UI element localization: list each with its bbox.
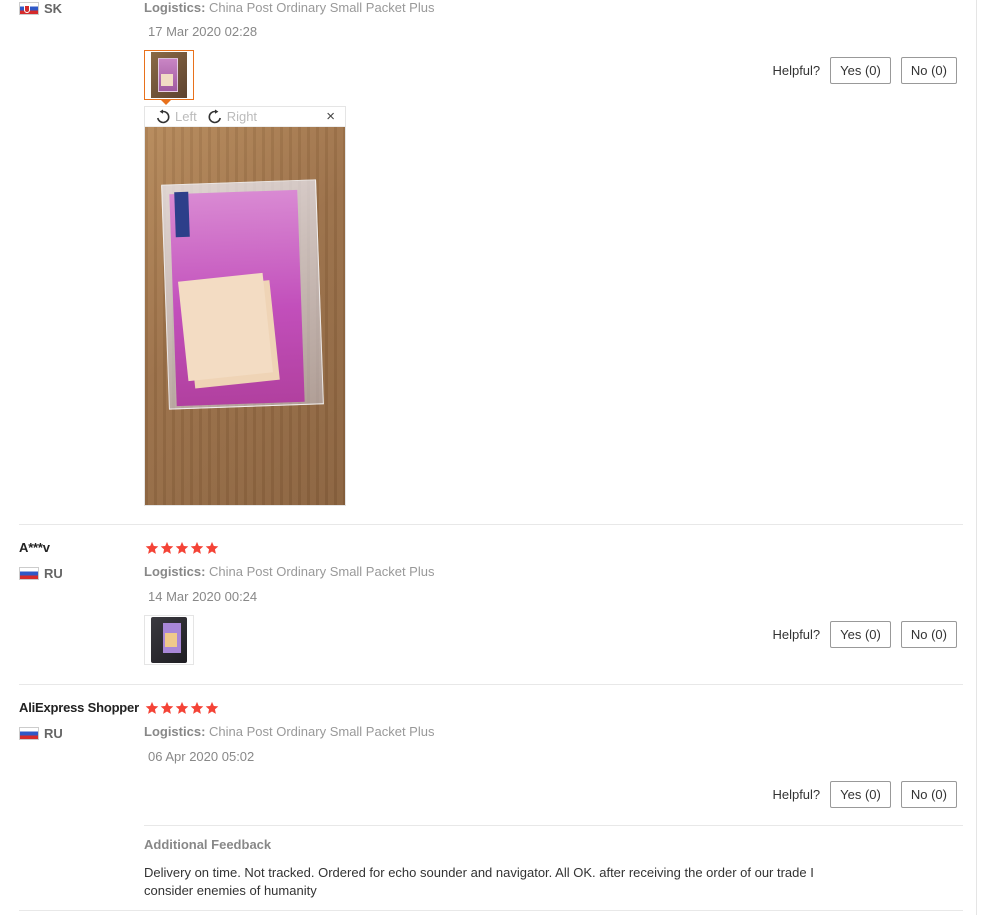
helpful-no-button[interactable]: No (0) bbox=[900, 621, 957, 648]
logistics-info: Logistics: China Post Ordinary Small Pac… bbox=[144, 724, 434, 739]
helpful-vote: Helpful? Yes (0) No (0) bbox=[772, 57, 957, 84]
helpful-yes-button[interactable]: Yes (0) bbox=[830, 781, 891, 808]
rotate-right-label: Right bbox=[226, 109, 258, 124]
star-icon bbox=[175, 541, 189, 555]
logistics-label: Logistics: bbox=[144, 564, 206, 579]
star-rating bbox=[145, 701, 219, 715]
rotate-left-icon bbox=[157, 109, 170, 123]
rotate-right-button[interactable]: Right bbox=[207, 109, 257, 125]
review-photo-thumbnail[interactable] bbox=[144, 50, 194, 100]
star-icon bbox=[205, 541, 219, 555]
star-icon bbox=[145, 701, 159, 715]
country-code: RU bbox=[44, 726, 63, 741]
reviewer-country: SK bbox=[19, 1, 62, 16]
rotate-left-label: Left bbox=[175, 109, 197, 124]
review-date: 14 Mar 2020 00:24 bbox=[148, 589, 258, 604]
star-icon bbox=[190, 701, 204, 715]
flag-sk-icon bbox=[19, 2, 39, 15]
star-rating bbox=[145, 541, 219, 555]
flag-ru-icon bbox=[19, 567, 39, 580]
helpful-label: Helpful? bbox=[772, 787, 821, 802]
star-icon bbox=[205, 701, 219, 715]
reviewer-name: A***v bbox=[19, 540, 50, 555]
close-icon[interactable]: × bbox=[326, 108, 335, 125]
review-photo-thumbnail[interactable] bbox=[144, 615, 194, 665]
logistics-value: China Post Ordinary Small Packet Plus bbox=[209, 724, 435, 739]
photo-label-sticker bbox=[174, 191, 190, 238]
review-divider bbox=[19, 910, 963, 911]
logistics-info: Logistics: China Post Ordinary Small Pac… bbox=[144, 564, 434, 579]
review-date: 06 Apr 2020 05:02 bbox=[148, 749, 255, 764]
helpful-vote: Helpful? Yes (0) No (0) bbox=[772, 621, 957, 648]
logistics-value: China Post Ordinary Small Packet Plus bbox=[209, 564, 435, 579]
page-right-border bbox=[976, 0, 977, 915]
review-photo-large bbox=[145, 127, 345, 505]
logistics-info: Logistics: China Post Ordinary Small Pac… bbox=[144, 0, 434, 15]
star-icon bbox=[175, 701, 189, 715]
thumbnail-image bbox=[151, 52, 187, 98]
star-icon bbox=[190, 541, 204, 555]
photo-cleaning-cloth bbox=[178, 272, 273, 382]
star-icon bbox=[145, 541, 159, 555]
reviewer-country: RU bbox=[19, 726, 63, 741]
additional-feedback-text: Delivery on time. Not tracked. Ordered f… bbox=[144, 865, 814, 898]
rotate-right-icon bbox=[208, 109, 221, 123]
photo-viewer-toolbar: Left Right × bbox=[145, 107, 345, 127]
country-code: SK bbox=[44, 1, 63, 16]
thumbnail-selected-caret bbox=[160, 99, 172, 105]
helpful-no-button[interactable]: No (0) bbox=[900, 57, 957, 84]
review-divider bbox=[19, 684, 963, 685]
additional-feedback-divider bbox=[144, 825, 963, 826]
country-code: RU bbox=[44, 566, 63, 581]
helpful-vote: Helpful? Yes (0) No (0) bbox=[772, 781, 957, 808]
flag-ru-icon bbox=[19, 727, 39, 740]
helpful-no-button[interactable]: No (0) bbox=[900, 781, 957, 808]
thumbnail-image bbox=[151, 617, 187, 663]
helpful-yes-button[interactable]: Yes (0) bbox=[830, 621, 891, 648]
photo-viewer: Left Right × bbox=[144, 106, 346, 506]
review-date: 17 Mar 2020 02:28 bbox=[148, 24, 258, 39]
star-icon bbox=[160, 701, 174, 715]
star-icon bbox=[160, 541, 174, 555]
helpful-label: Helpful? bbox=[772, 627, 821, 642]
helpful-label: Helpful? bbox=[772, 63, 821, 78]
reviewer-country: RU bbox=[19, 566, 63, 581]
review-divider bbox=[19, 524, 963, 525]
logistics-value: China Post Ordinary Small Packet Plus bbox=[209, 0, 435, 15]
logistics-label: Logistics: bbox=[144, 0, 206, 15]
helpful-yes-button[interactable]: Yes (0) bbox=[830, 57, 891, 84]
additional-feedback-title: Additional Feedback bbox=[144, 837, 272, 852]
rotate-left-button[interactable]: Left bbox=[155, 109, 197, 125]
reviewer-name: AliExpress Shopper bbox=[19, 700, 139, 715]
logistics-label: Logistics: bbox=[144, 724, 206, 739]
